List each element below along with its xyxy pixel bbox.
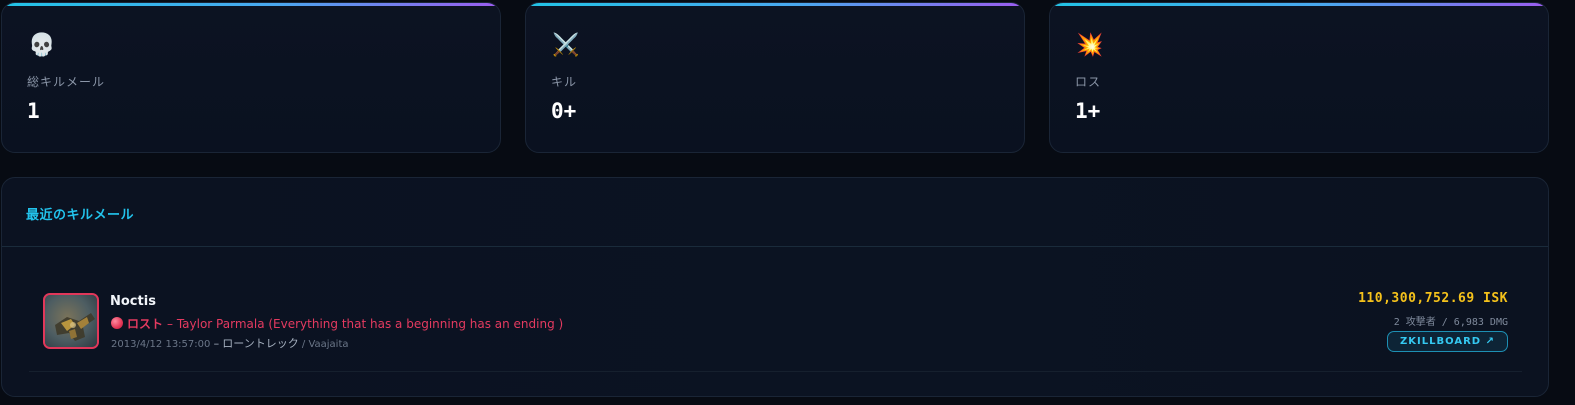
panel-header: 最近のキルメール	[2, 178, 1548, 247]
crossed-swords-icon: ⚔️	[552, 33, 580, 58]
stat-card-total-killmails: 💀 総キルメール 1	[1, 2, 501, 153]
stat-card-kills: ⚔️ キル 0+	[525, 2, 1025, 153]
stat-label: ロス	[1075, 75, 1102, 89]
ship-render-icon	[45, 295, 97, 347]
loss-tag: ロスト	[127, 317, 164, 331]
ship-name[interactable]: Noctis	[110, 294, 156, 309]
recent-killmails-panel: 最近のキルメール Noctis ロスト – Taylor Parmala (Ev…	[1, 177, 1549, 397]
victim-name: – Taylor Parmala (Everything that has a …	[167, 317, 564, 331]
killmail-meta: 2013/4/12 13:57:00 – ローントレック / Vaajaita	[111, 335, 349, 351]
panel-title: 最近のキルメール	[26, 208, 135, 223]
region: / Vaajaita	[301, 339, 349, 350]
ship-thumbnail[interactable]	[43, 293, 99, 349]
stat-label: キル	[551, 75, 578, 89]
explosion-icon: 💥	[1076, 33, 1104, 58]
stat-label: 総キルメール	[27, 75, 106, 89]
stat-value: 0+	[551, 99, 577, 123]
killmail-datetime: 2013/4/12 13:57:00	[111, 339, 211, 350]
stat-value: 1	[27, 99, 40, 123]
solar-system: ローントレック	[222, 337, 299, 350]
skull-icon: 💀	[28, 33, 56, 58]
stat-value: 1+	[1075, 99, 1101, 123]
attackers-damage: 2 攻撃者 / 6,983 DMG	[1393, 317, 1508, 328]
meta-separator: –	[213, 337, 220, 350]
isk-value: 110,300,752.69 ISK	[1358, 291, 1508, 306]
loss-dot-icon	[111, 317, 123, 329]
loss-line: ロスト – Taylor Parmala (Everything that has…	[111, 315, 563, 332]
killmail-row[interactable]: Noctis ロスト – Taylor Parmala (Everything t…	[29, 248, 1522, 372]
stat-card-losses: 💥 ロス 1+	[1049, 2, 1549, 153]
stats-row: 💀 総キルメール 1 ⚔️ キル 0+ 💥 ロス 1+	[0, 0, 1575, 155]
zkillboard-link-button[interactable]: ZKILLBOARD ↗	[1387, 331, 1508, 352]
